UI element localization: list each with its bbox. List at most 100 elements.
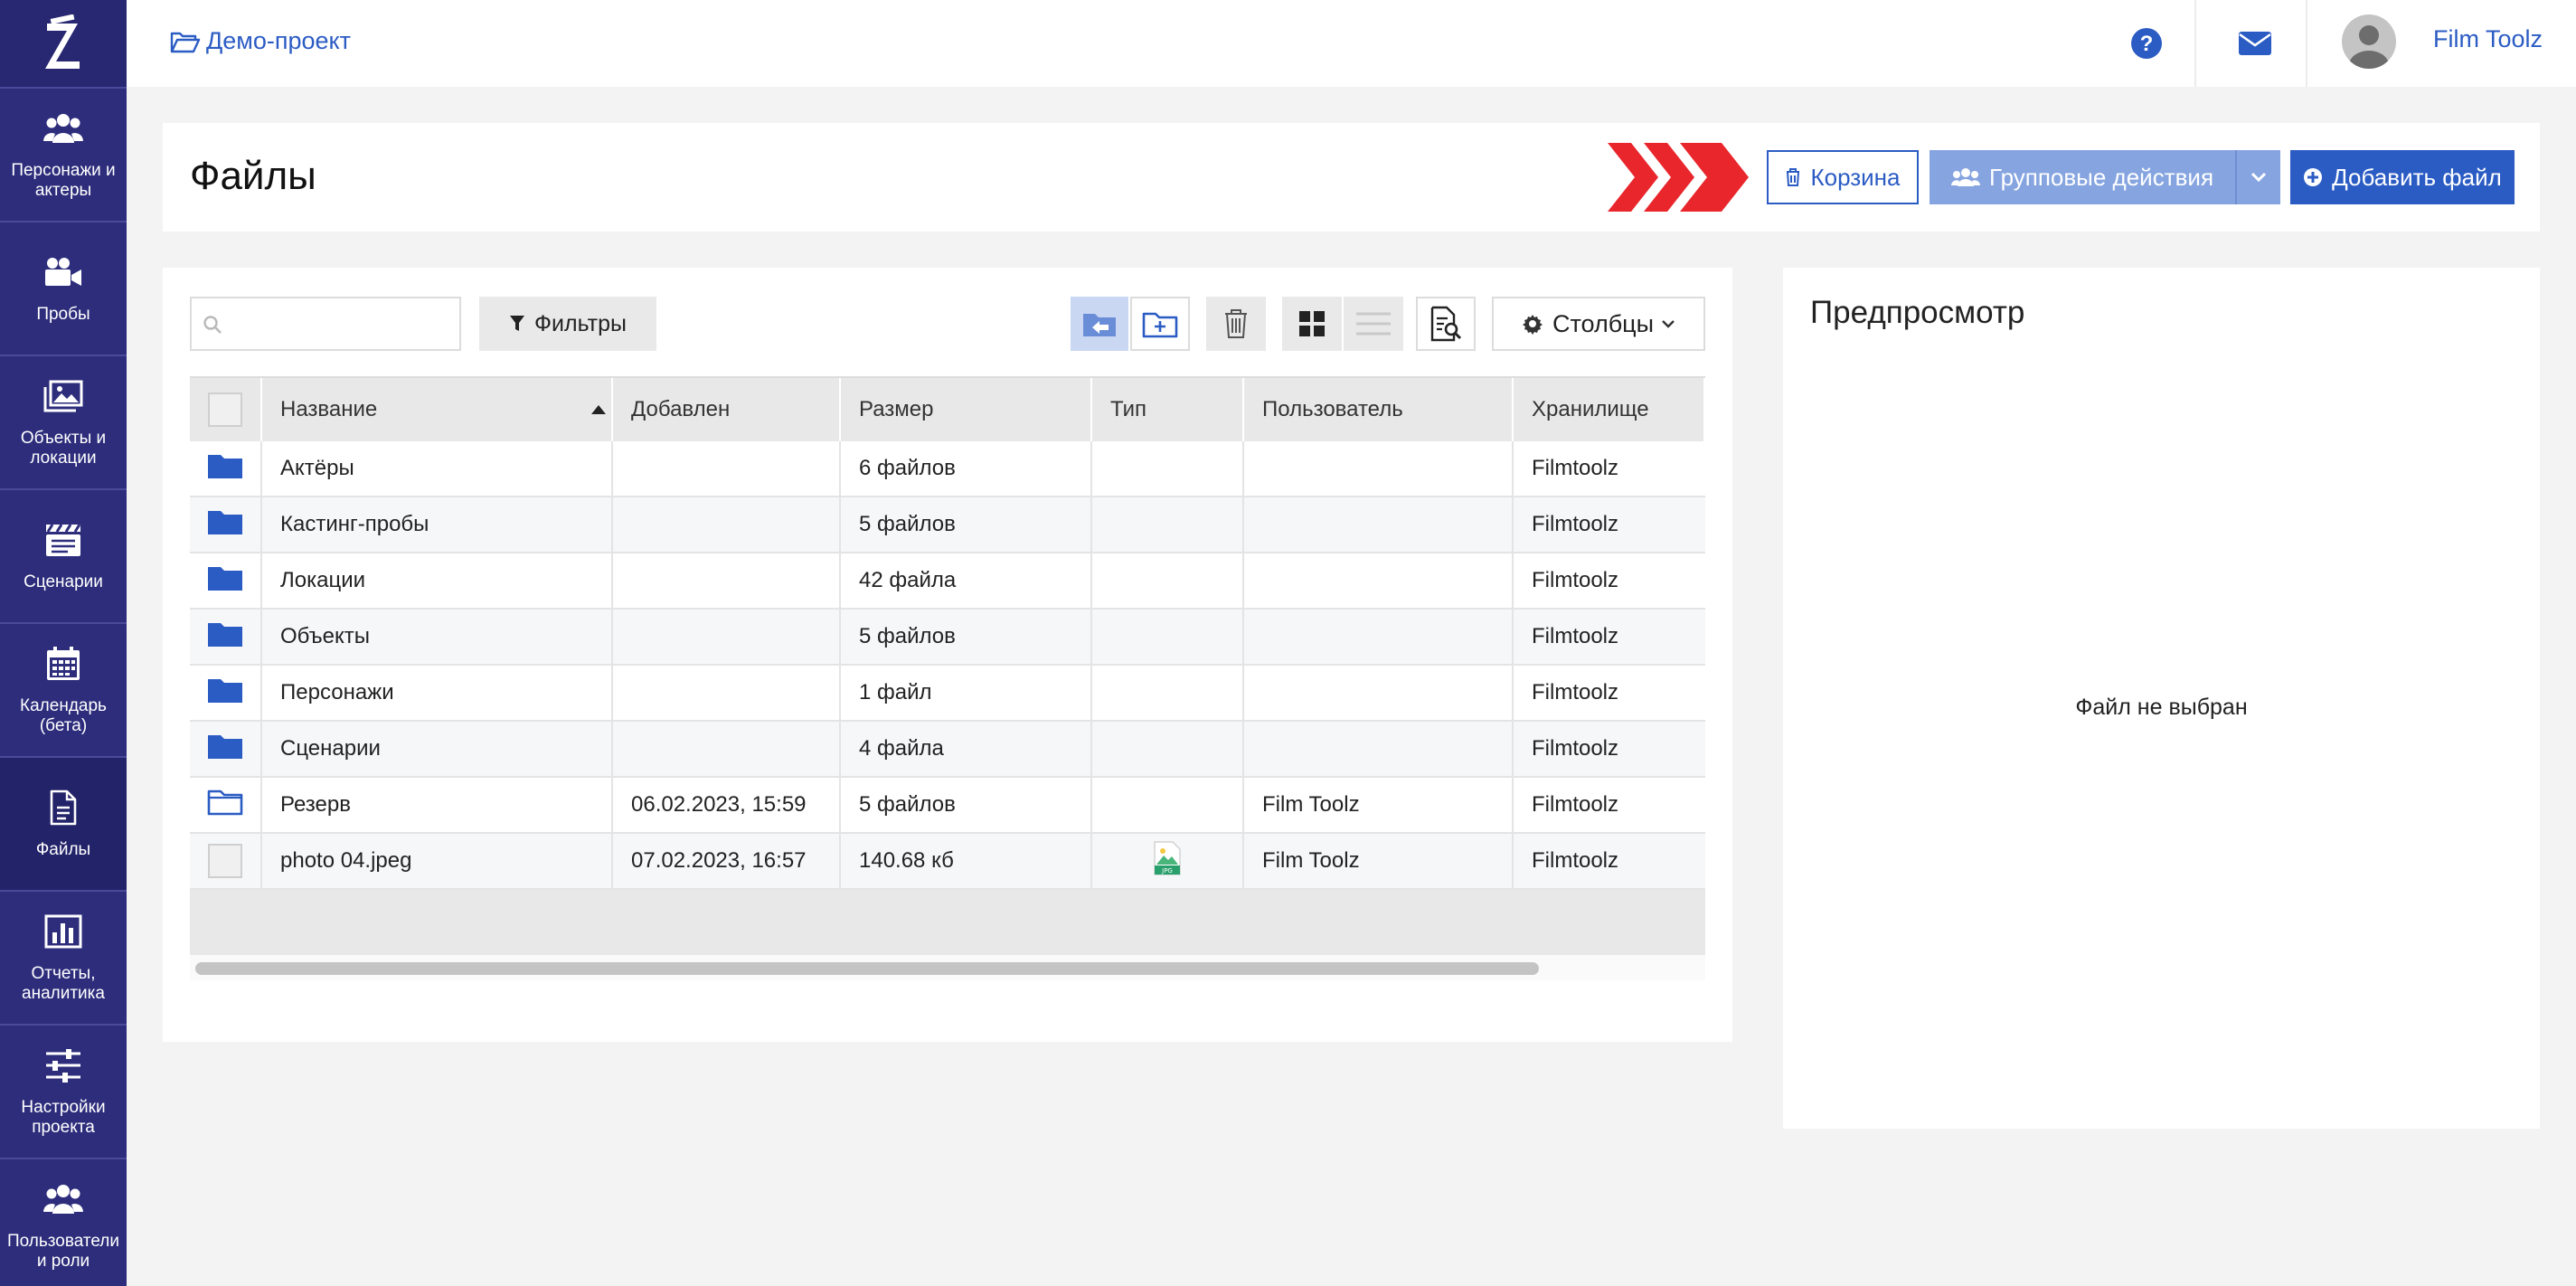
sidebar-item-label: Пользователи и роли xyxy=(6,1232,119,1271)
row-select-cell[interactable] xyxy=(190,441,262,496)
sidebar-item-1[interactable]: Персонажи и актеры xyxy=(0,87,127,221)
sidebar-item-label: Календарь (бета) xyxy=(20,696,107,735)
size-cell: 6 файлов xyxy=(841,441,1092,496)
sidebar-item-5[interactable]: Календарь (бета) xyxy=(0,622,127,756)
top-bar: Демо-проект ? Film Toolz xyxy=(127,0,2576,87)
column-header-storage[interactable]: Хранилище xyxy=(1514,378,1705,441)
horizontal-scrollbar[interactable] xyxy=(190,955,1705,980)
added-cell: 06.02.2023, 15:59 xyxy=(613,778,841,832)
select-all-cell xyxy=(190,378,262,441)
sidebar-item-label: Настройки проекта xyxy=(21,1098,106,1137)
storage-cell: Filmtoolz xyxy=(1532,736,1619,761)
column-header-name[interactable]: Название xyxy=(262,378,613,441)
added-cell xyxy=(613,666,841,720)
sidebar-item-label: Отчеты, аналитика xyxy=(22,964,105,1003)
folder-icon xyxy=(207,620,243,654)
file-search-icon xyxy=(1430,306,1462,342)
files-panel: Фильтры Столбцы Название Добавлен Размер… xyxy=(163,268,1732,1042)
name-cell: Кастинг-пробы xyxy=(262,497,613,552)
column-header-user[interactable]: Пользователь xyxy=(1244,378,1514,441)
sidebar-item-7[interactable]: Отчеты, аналитика xyxy=(0,890,127,1024)
sidebar-item-4[interactable]: Сценарии xyxy=(0,488,127,622)
new-folder-button[interactable] xyxy=(1130,297,1190,351)
table-row[interactable]: Локации 42 файла Filmtoolz xyxy=(190,553,1705,610)
breadcrumb-project[interactable]: Демо-проект xyxy=(170,27,351,55)
storage-cell: Filmtoolz xyxy=(1532,792,1619,817)
help-button[interactable]: ? xyxy=(2125,22,2168,65)
scrollbar-thumb[interactable] xyxy=(195,962,1539,975)
row-select-cell[interactable] xyxy=(190,722,262,776)
table-row[interactable]: Персонажи 1 файл Filmtoolz xyxy=(190,666,1705,722)
column-header-added[interactable]: Добавлен xyxy=(613,378,841,441)
size-cell: 42 файла xyxy=(841,553,1092,608)
messages-button[interactable] xyxy=(2233,22,2277,65)
users-icon xyxy=(43,1179,83,1219)
table-row[interactable]: Резерв 06.02.2023, 15:59 5 файлов Film Tool… xyxy=(190,778,1705,834)
column-header-label: Название xyxy=(280,397,378,421)
user-cell xyxy=(1244,722,1514,776)
search-icon xyxy=(203,316,222,334)
table-row[interactable]: Актёры 6 файлов Filmtoolz xyxy=(190,441,1705,497)
user-cell xyxy=(1244,497,1514,552)
grid-view-button[interactable] xyxy=(1282,297,1342,351)
delete-button[interactable] xyxy=(1206,297,1266,351)
search-input[interactable] xyxy=(190,297,461,351)
avatar[interactable] xyxy=(2342,14,2396,69)
columns-label: Столбцы xyxy=(1552,309,1655,337)
add-file-button[interactable]: Добавить файл xyxy=(2290,150,2515,204)
table-row[interactable]: Кастинг-пробы 5 файлов Filmtoolz xyxy=(190,497,1705,553)
row-select-cell[interactable] xyxy=(190,834,262,888)
select-all-checkbox[interactable] xyxy=(208,392,242,427)
grid-icon xyxy=(1299,311,1325,336)
sidebar-item-8[interactable]: Настройки проекта xyxy=(0,1024,127,1158)
table-row[interactable]: Объекты 5 файлов Filmtoolz xyxy=(190,610,1705,666)
user-cell xyxy=(1244,666,1514,720)
go-up-button[interactable] xyxy=(1071,297,1128,351)
table-row[interactable]: Сценарии 4 файла Filmtoolz xyxy=(190,722,1705,778)
row-select-cell[interactable] xyxy=(190,778,262,832)
row-select-cell[interactable] xyxy=(190,610,262,664)
row-select-cell[interactable] xyxy=(190,666,262,720)
row-select-cell[interactable] xyxy=(190,553,262,608)
name-cell: Сценарии xyxy=(262,722,613,776)
trash-button[interactable]: Корзина xyxy=(1767,150,1919,204)
calendar-icon xyxy=(43,644,83,684)
sidebar-item-6[interactable]: Файлы xyxy=(0,756,127,890)
size-cell: 5 файлов xyxy=(841,778,1092,832)
preview-toggle-button[interactable] xyxy=(1416,297,1476,351)
name-cell: Резерв xyxy=(262,778,613,832)
trash-label: Корзина xyxy=(1810,163,1901,191)
sidebar-item-9[interactable]: Пользователи и роли xyxy=(0,1158,127,1286)
svg-text:JPG: JPG xyxy=(1161,867,1173,875)
filters-button[interactable]: Фильтры xyxy=(479,297,656,351)
folder-plus-icon xyxy=(1142,312,1178,338)
user-cell xyxy=(1244,553,1514,608)
folder-icon xyxy=(207,676,243,710)
sidebar-nav: Персонажи и актеры Пробы Объекты и локации… xyxy=(0,87,127,1286)
table-row[interactable]: photo 04.jpeg 07.02.2023, 16:57 140.68 кб J… xyxy=(190,834,1705,890)
group-actions-dropdown-toggle[interactable] xyxy=(2235,150,2280,204)
app-logo[interactable] xyxy=(0,0,127,87)
sidebar-item-3[interactable]: Объекты и локации xyxy=(0,355,127,488)
size-cell: 4 файла xyxy=(841,722,1092,776)
folder-open-icon xyxy=(170,32,201,52)
column-header-size[interactable]: Размер xyxy=(841,378,1092,441)
added-cell xyxy=(613,722,841,776)
group-actions-button[interactable]: Групповые действия xyxy=(1930,150,2235,204)
username-link[interactable]: Film Toolz xyxy=(2433,25,2543,53)
size-cell: 5 файлов xyxy=(841,610,1092,664)
added-cell xyxy=(613,553,841,608)
columns-button[interactable]: Столбцы xyxy=(1492,297,1705,351)
user-cell: Film Toolz xyxy=(1244,778,1514,832)
name-cell: Персонажи xyxy=(262,666,613,720)
files-table: Название Добавлен Размер Тип Пользовател… xyxy=(190,376,1705,980)
storage-cell: Filmtoolz xyxy=(1532,512,1619,536)
user-cell xyxy=(1244,610,1514,664)
row-select-cell[interactable] xyxy=(190,497,262,552)
preview-empty-message: Файл не выбран xyxy=(2075,695,2248,720)
sidebar-item-2[interactable]: Пробы xyxy=(0,221,127,355)
row-checkbox[interactable] xyxy=(208,844,242,878)
list-view-button[interactable] xyxy=(1344,297,1403,351)
size-cell: 5 файлов xyxy=(841,497,1092,552)
column-header-type[interactable]: Тип xyxy=(1092,378,1244,441)
